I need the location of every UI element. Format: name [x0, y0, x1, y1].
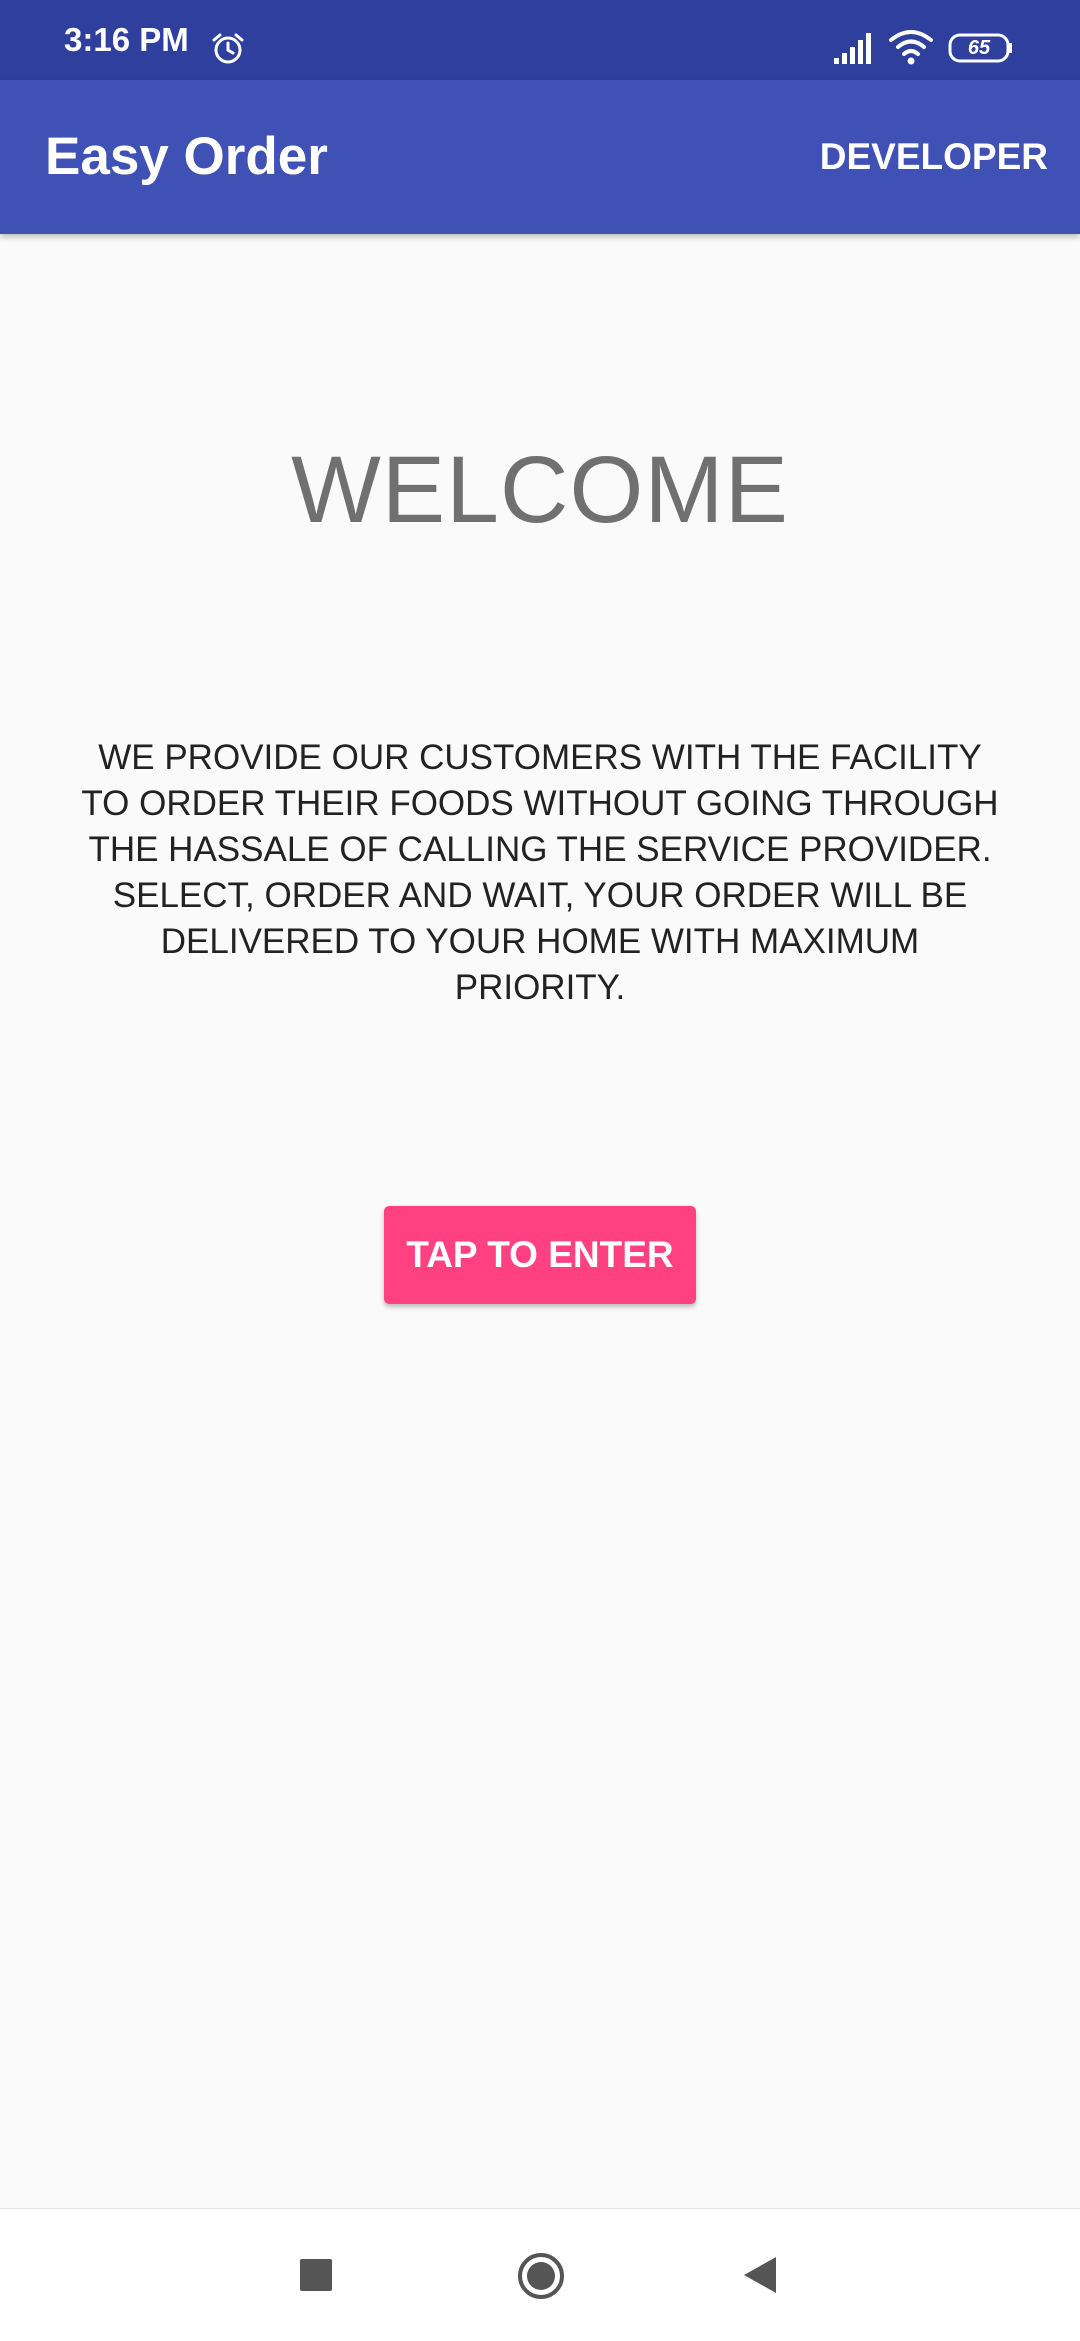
welcome-heading: WELCOME — [291, 437, 789, 543]
developer-button[interactable]: DEVELOPER — [820, 80, 1048, 234]
signal-icon — [834, 33, 871, 64]
description-text: WE PROVIDE OUR CUSTOMERS WITH THE FACILI… — [81, 738, 999, 1007]
app-bar: Easy Order DEVELOPER — [0, 80, 1080, 234]
navigation-bar — [0, 2208, 1080, 2341]
tap-to-enter-button[interactable]: TAP TO ENTER — [384, 1206, 696, 1304]
wifi-icon — [889, 30, 933, 65]
status-bar: 3:16 PM 65 — [0, 0, 1080, 80]
recent-apps-icon[interactable] — [300, 2259, 332, 2291]
home-icon[interactable] — [516, 2251, 566, 2301]
status-time: 3:16 PM — [64, 21, 189, 58]
back-icon[interactable] — [742, 2255, 778, 2295]
app-title: Easy Order — [45, 127, 328, 186]
battery-level: 65 — [967, 37, 991, 59]
alarm-icon — [212, 33, 244, 64]
